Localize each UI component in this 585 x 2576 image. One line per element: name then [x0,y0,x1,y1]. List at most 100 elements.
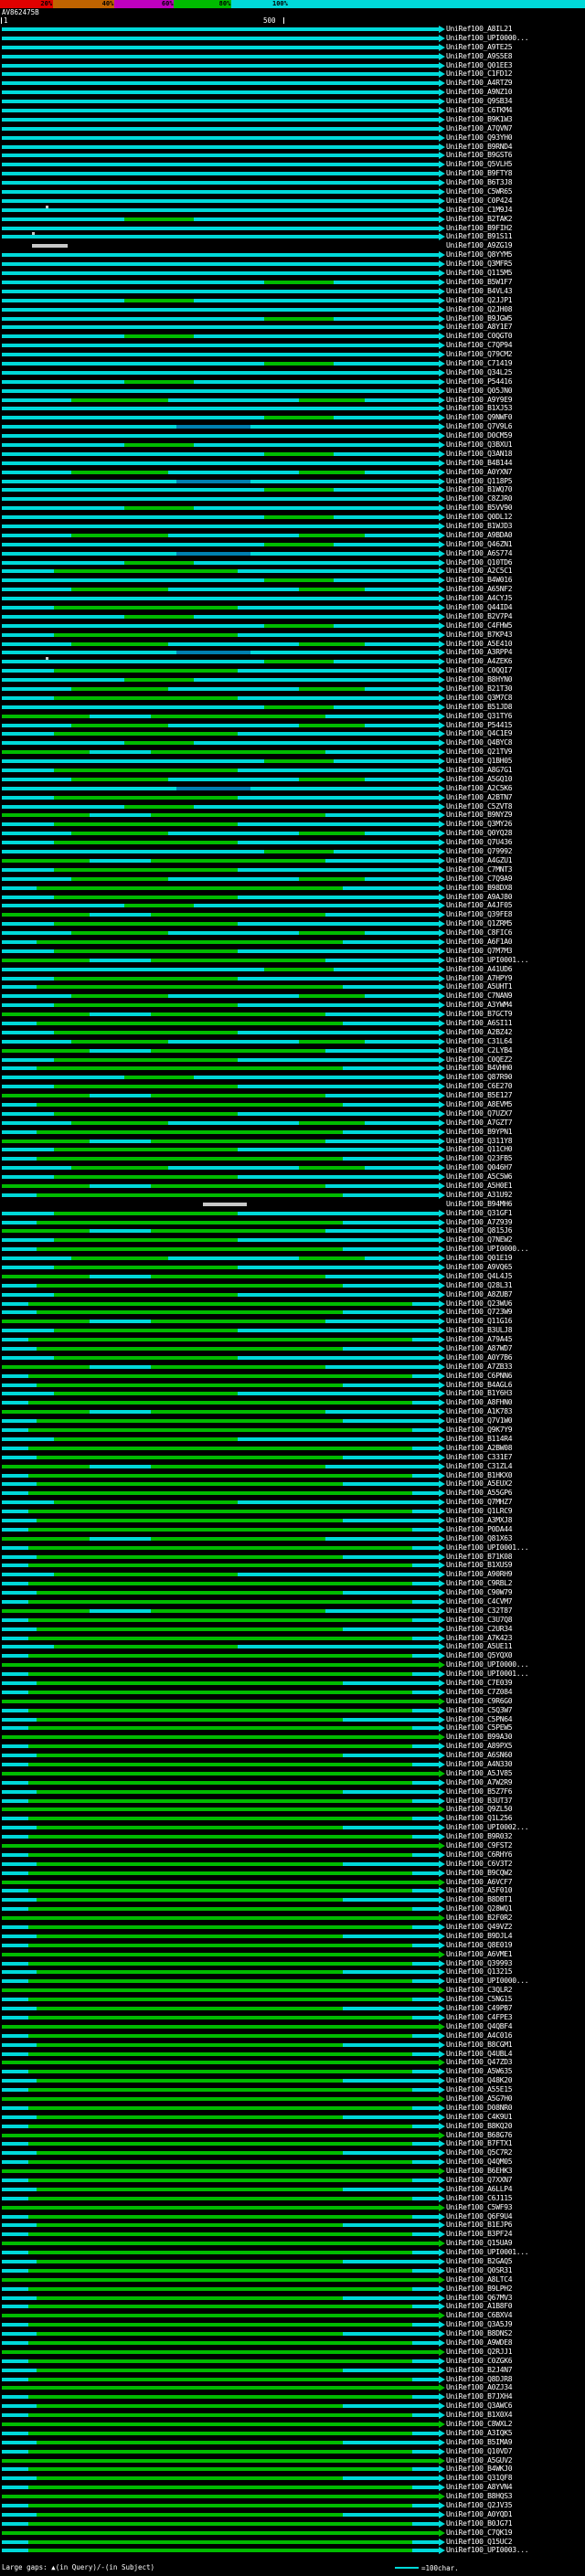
hit-bar[interactable] [2,506,439,511]
hit-label[interactable]: UniRef100_A5UE11 [446,1642,513,1651]
hit-bar[interactable] [2,2332,439,2337]
hit-bar[interactable] [2,1943,439,1947]
hit-label[interactable]: UniRef100_Q10VD7 [446,2447,513,2456]
hit-bar[interactable] [2,931,439,936]
hit-label[interactable]: UniRef100_Q3AWC6 [446,2401,513,2411]
hit-label[interactable]: UniRef100_UPI0003... [446,2546,529,2555]
hit-label[interactable]: UniRef100_B6EHK3 [446,2167,513,2176]
hit-label[interactable]: UniRef100_B4VHH0 [446,1064,513,1073]
hit-bar[interactable] [2,2286,439,2291]
hit-label[interactable]: UniRef100_B5IMA9 [446,2438,513,2447]
hit-label[interactable]: UniRef100_Q31GF1 [446,1209,513,1218]
hit-bar[interactable] [2,2495,439,2499]
hit-bar[interactable] [2,723,439,727]
hit-label[interactable]: UniRef100_Q10TD6 [446,558,513,567]
hit-label[interactable]: UniRef100_Q4BYC8 [446,738,513,747]
hit-label[interactable]: UniRef100_B68G76 [446,2131,513,2140]
hit-bar[interactable] [2,922,439,927]
hit-bar[interactable] [2,2251,439,2255]
hit-label[interactable]: UniRef100_B9LPH2 [446,2284,513,2294]
hit-bar[interactable] [2,1916,439,1921]
hit-label[interactable]: UniRef100_Q44ID4 [446,603,513,612]
hit-label[interactable]: UniRef100_B21T30 [446,684,513,694]
hit-bar[interactable] [2,641,439,646]
hit-label[interactable]: UniRef100_Q1LRC9 [446,1507,513,1516]
hit-label[interactable]: UniRef100_Q7M7M3 [446,947,513,956]
hit-bar[interactable] [2,695,439,700]
hit-label[interactable]: UniRef100_C3U7Q8 [446,1616,513,1625]
hit-bar[interactable] [2,232,439,239]
hit-bar[interactable] [2,1925,439,1930]
hit-bar[interactable] [2,1266,439,1270]
hit-bar[interactable] [2,45,439,49]
hit-label[interactable]: UniRef100_Q79CM2 [446,350,513,359]
hit-bar[interactable] [2,1591,439,1595]
hit-label[interactable]: UniRef100_Q7V9L6 [446,422,513,431]
hit-label[interactable]: UniRef100_A89PX5 [446,1742,513,1751]
hit-bar[interactable] [2,1564,439,1568]
hit-bar[interactable] [2,1998,439,2002]
hit-bar[interactable] [2,832,439,836]
hit-label[interactable]: UniRef100_A0ZJ34 [446,2383,513,2392]
hit-label[interactable]: UniRef100_B1HKX0 [446,1471,513,1480]
hit-label[interactable]: UniRef100_B99A30 [446,1733,513,1742]
hit-label[interactable]: UniRef100_Q48K20 [446,2076,513,2085]
hit-label[interactable]: UniRef100_C0ZGK6 [446,2357,513,2366]
hit-bar[interactable] [2,1392,439,1396]
hit-label[interactable]: UniRef100_B2V7P4 [446,612,513,621]
hit-label[interactable]: UniRef100_Q7V1W0 [446,1416,513,1426]
hit-label[interactable]: UniRef100_C0QGT0 [446,332,513,341]
hit-bar[interactable] [2,1329,439,1333]
hit-label[interactable]: UniRef100_C5PN64 [446,1715,513,1724]
hit-label[interactable]: UniRef100_A5C5W6 [446,1172,513,1182]
hit-label[interactable]: UniRef100_Q8DJR8 [446,2375,513,2384]
hit-bar[interactable] [2,2259,439,2263]
hit-label[interactable]: UniRef100_B3ULJ8 [446,1326,513,1335]
hit-label[interactable]: UniRef100_C0P424 [446,196,513,206]
hit-bar[interactable] [2,1129,439,1134]
hit-bar[interactable] [2,307,439,312]
hit-bar[interactable] [2,434,439,439]
hit-label[interactable]: UniRef100_B8HQS3 [446,2492,513,2501]
hit-bar[interactable] [2,226,439,230]
hit-label[interactable]: UniRef100_A7ZB33 [446,1362,513,1372]
hit-bar[interactable] [2,1708,439,1712]
hit-bar[interactable] [2,1717,439,1722]
hit-label[interactable]: UniRef100_A5W635 [446,2067,513,2076]
hit-label[interactable]: UniRef100_Q9ZL50 [446,1805,513,1814]
hit-bar[interactable] [2,1283,439,1288]
hit-label[interactable]: UniRef100_Q4QBF4 [446,2022,513,2031]
hit-bar[interactable] [2,1599,439,1604]
hit-label[interactable]: UniRef100_A2BZ42 [446,1028,513,1037]
hit-label[interactable]: UniRef100_B8CGM1 [446,2041,513,2050]
hit-label[interactable]: UniRef100_A9Y9E9 [446,396,513,405]
hit-bar[interactable] [2,316,439,321]
hit-bar[interactable] [2,1826,439,1830]
hit-bar[interactable] [2,126,439,131]
hit-label[interactable]: UniRef100_A3IQK5 [446,2429,513,2438]
hit-bar[interactable] [2,750,439,755]
hit-bar[interactable] [2,416,439,420]
hit-label[interactable]: UniRef100_A5EUX2 [446,1479,513,1489]
hit-bar[interactable] [2,144,439,149]
hit-bar[interactable] [2,370,439,375]
hit-label[interactable]: UniRef100_C5ZVT8 [446,802,513,811]
hit-label[interactable]: UniRef100_A0YXN7 [446,468,513,477]
hit-label[interactable]: UniRef100_A0Y7B6 [446,1353,513,1362]
hit-bar[interactable] [2,705,439,709]
hit-label[interactable]: UniRef100_C3QLR2 [446,1986,513,1995]
hit-label[interactable]: UniRef100_C7MNT3 [446,865,513,875]
hit-bar[interactable] [2,1654,439,1659]
hit-bar[interactable] [2,2341,439,2345]
hit-label[interactable]: UniRef100_Q9SB34 [446,97,513,106]
hit-bar[interactable] [2,154,439,158]
hit-bar[interactable] [2,2386,439,2390]
hit-bar[interactable] [2,2476,439,2481]
hit-bar[interactable] [2,1193,439,1197]
hit-label[interactable]: UniRef100_B8DBT1 [446,1895,513,1904]
hit-label[interactable]: UniRef100_C5WR65 [446,187,513,196]
hit-label[interactable]: UniRef100_B1X0X4 [446,2411,513,2420]
hit-label[interactable]: UniRef100_Q31TY6 [446,712,513,721]
hit-bar[interactable] [2,1030,439,1034]
hit-bar[interactable] [2,2305,439,2309]
